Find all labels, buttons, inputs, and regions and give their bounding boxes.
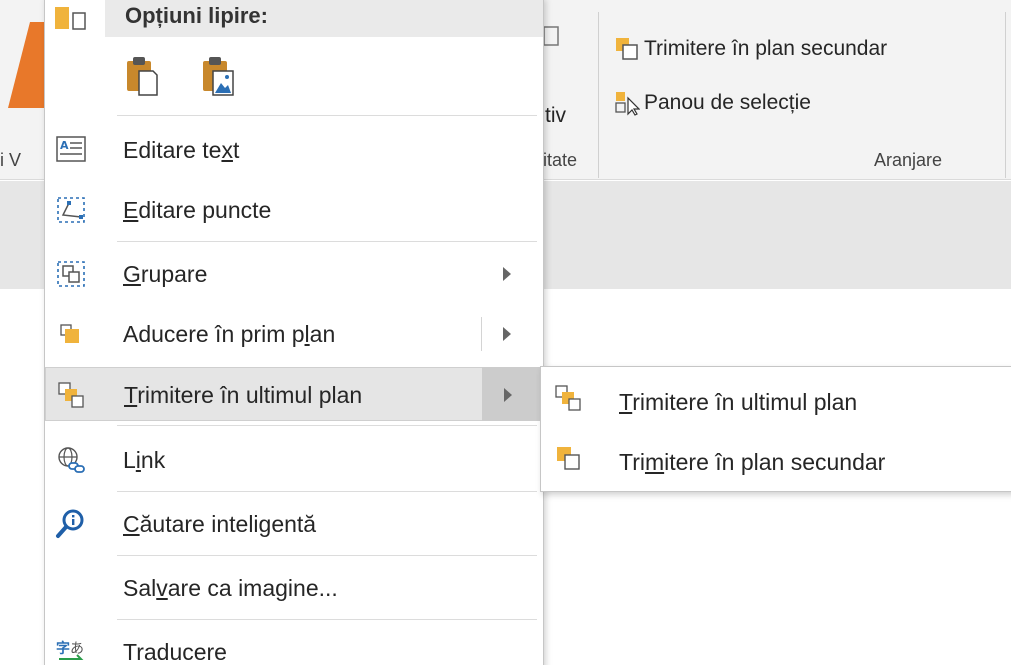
submenu-item-label: Trimitere în ultimul plan — [619, 389, 858, 415]
paste-options-title: Opțiuni lipire: — [125, 3, 268, 28]
ribbon-selection-pane-label: Panou de selecție — [644, 91, 811, 114]
ribbon-partial-itate: itate — [543, 150, 578, 170]
submenu-item-send-backward[interactable]: Trimitere în plan secundar — [541, 431, 1011, 491]
submenu-arrow-area[interactable] — [482, 367, 544, 421]
menu-item-smart-lookup[interactable]: Căutare inteligentă — [45, 497, 543, 551]
menu-item-send-to-back[interactable]: Trimitere în ultimul plan — [45, 367, 544, 421]
menu-item-label: Link — [123, 447, 166, 473]
menu-separator — [117, 491, 537, 492]
menu-separator — [117, 241, 537, 242]
menu-item-group[interactable]: Grupare — [45, 247, 543, 301]
translate-icon: 字 あ — [56, 640, 84, 660]
menu-separator — [117, 619, 537, 620]
send-backward-icon — [616, 38, 638, 60]
ribbon-send-backward-button[interactable]: Trimitere în plan secundar — [612, 34, 1007, 68]
menu-item-label: Trimitere în ultimul plan — [124, 382, 363, 408]
menu-item-link[interactable]: Link — [45, 433, 543, 487]
paste-options-header: Opțiuni lipire: — [105, 0, 543, 37]
ribbon-send-backward-label: Trimitere în plan secundar — [644, 37, 888, 60]
send-to-back-icon — [58, 382, 84, 408]
ribbon-partial-label: i V — [0, 150, 22, 170]
menu-separator — [117, 555, 537, 556]
menu-item-bring-to-front[interactable]: Aducere în prim plan — [45, 307, 543, 361]
svg-text:字: 字 — [56, 640, 70, 657]
menu-separator — [117, 425, 537, 426]
context-menu: Opțiuni lipire: A Editare text Editare p… — [44, 0, 544, 665]
menu-item-label: Grupare — [123, 261, 208, 287]
menu-item-edit-text[interactable]: A Editare text — [45, 123, 543, 177]
menu-item-translate[interactable]: 字 あ Traducere — [45, 625, 543, 665]
wordart-a-icon — [8, 22, 48, 108]
send-backward-icon — [557, 447, 580, 470]
chevron-right-icon — [503, 267, 511, 281]
ribbon-separator-right — [1005, 12, 1006, 178]
submenu-item-send-to-back[interactable]: Trimitere în ultimul plan — [541, 371, 1011, 431]
menu-item-label: Editare puncte — [123, 197, 272, 223]
svg-text:あ: あ — [70, 641, 84, 657]
menu-item-save-as-picture[interactable]: Salvare ca imagine... — [45, 561, 543, 615]
paste-picture-icon[interactable] — [201, 55, 235, 97]
edit-text-icon: A — [56, 136, 86, 162]
chevron-right-icon[interactable] — [503, 327, 511, 341]
ribbon-group-label-arrange: Aranjare — [874, 150, 943, 170]
edit-points-icon — [57, 197, 85, 223]
submenu-item-label: Trimitere în plan secundar — [619, 449, 886, 475]
chevron-right-icon — [504, 388, 512, 402]
split-divider — [481, 317, 482, 351]
paste-icon[interactable] — [125, 55, 159, 97]
menu-item-edit-points[interactable]: Editare puncte — [45, 183, 543, 237]
submenu-send-to-back: Trimitere în ultimul plan Trimitere în p… — [540, 366, 1011, 492]
selection-pane-icon — [615, 92, 640, 116]
ribbon-partial-tiv: tiv — [545, 104, 566, 127]
menu-item-label: Traducere — [123, 639, 227, 665]
send-to-back-icon — [555, 385, 581, 411]
menu-item-label: Editare text — [123, 137, 240, 163]
menu-item-label: Aducere în prim plan — [123, 321, 336, 347]
svg-text:A: A — [60, 139, 69, 152]
menu-separator — [117, 115, 537, 116]
menu-item-label: Căutare inteligentă — [123, 511, 317, 537]
menu-item-label: Salvare ca imagine... — [123, 575, 338, 601]
group-icon — [57, 261, 85, 287]
link-icon — [58, 447, 85, 473]
ribbon-selection-pane-button[interactable]: Panou de selecție — [612, 88, 912, 122]
bring-forward-icon — [60, 324, 79, 343]
paste-options-header-icon — [55, 7, 86, 30]
ribbon-separator — [598, 12, 599, 178]
smart-lookup-icon — [56, 509, 84, 538]
